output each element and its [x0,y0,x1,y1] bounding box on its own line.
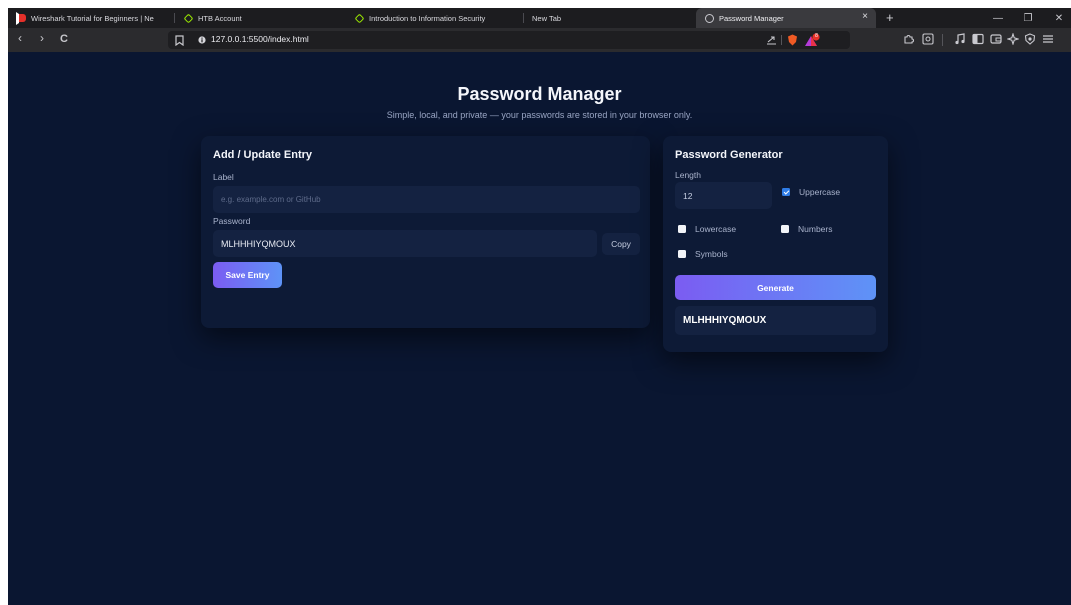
lowercase-checkbox[interactable]: Lowercase [678,224,736,234]
tab-title: New Tab [532,13,562,23]
toolbar-divider [942,34,943,46]
generator-card-title: Password Generator [675,149,783,161]
tab-strip: Wireshark Tutorial for Beginners | Ne HT… [8,8,1071,28]
share-icon[interactable] [766,35,777,45]
leo-ai-icon[interactable] [1007,33,1019,45]
tab-password-manager[interactable]: Password Manager × [696,8,876,28]
numbers-label: Numbers [798,224,833,234]
back-button[interactable]: ‹ [18,31,22,45]
brave-shield-icon[interactable] [787,34,798,46]
symbols-checkbox[interactable]: Symbols [678,249,728,259]
page-subtitle: Simple, local, and private — your passwo… [386,110,693,120]
site-info-icon[interactable] [198,36,206,44]
checkbox-checked-icon [782,188,790,196]
uppercase-checkbox[interactable]: Uppercase [782,187,840,197]
password-field-label: Password [213,216,251,226]
rewards-badge-count: 8 [815,33,818,39]
symbols-label: Symbols [695,249,728,259]
label-input[interactable]: e.g. example.com or GitHub [213,186,640,213]
vpn-shield-icon[interactable] [1024,33,1036,45]
checkbox-unchecked-icon [678,250,686,258]
globe-icon [704,13,714,23]
password-input-value: MLHHHIYQMOUX [221,238,296,249]
generator-card: Password Generator Length 12 Uppercase L… [663,136,888,352]
tab-title: Wireshark Tutorial for Beginners | Ne [31,13,154,23]
htb-cube-icon [183,13,193,23]
tab-wireshark-tutorial[interactable]: Wireshark Tutorial for Beginners | Ne [8,8,175,28]
checkbox-unchecked-icon [678,225,686,233]
htb-cube-icon [354,13,364,23]
youtube-icon [16,13,26,23]
length-input-value: 12 [683,190,693,201]
reload-button[interactable]: C [60,33,68,45]
tab-title: Introduction to Information Security [369,13,486,23]
menu-icon[interactable] [1042,33,1054,45]
page-title: Password Manager [457,84,622,104]
minimize-button[interactable]: — [983,8,1013,28]
bookmark-icon[interactable] [175,35,184,46]
tab-title: Password Manager [719,13,784,23]
numbers-checkbox[interactable]: Numbers [781,224,832,234]
address-bar-row: ‹ › C 127.0.0.1:5500/index.html 8 [8,28,1071,52]
length-input[interactable]: 12 [675,182,772,209]
tab-htb-account[interactable]: HTB Account [175,8,346,28]
tab-close-icon[interactable]: × [862,11,868,22]
tab-new-tab[interactable]: New Tab [524,8,696,28]
uppercase-label: Uppercase [799,187,841,197]
close-window-button[interactable]: ✕ [1044,8,1071,28]
sidebar-icon[interactable] [972,33,984,45]
label-input-placeholder: e.g. example.com or GitHub [221,195,321,204]
wallet-icon[interactable] [990,33,1002,45]
url-bar[interactable]: 127.0.0.1:5500/index.html 8 [168,31,850,49]
restore-button[interactable]: ❐ [1013,8,1043,28]
checkbox-unchecked-icon [781,225,789,233]
label-field-label: Label [213,172,234,182]
generate-button[interactable]: Generate [675,275,876,300]
reader-mode-icon[interactable] [922,33,934,45]
url-text: 127.0.0.1:5500/index.html [211,34,309,44]
new-tab-button[interactable]: + [886,8,894,28]
length-label: Length [675,170,701,180]
copy-button[interactable]: Copy [602,233,640,255]
tab-intro-infosec[interactable]: Introduction to Information Security [346,8,524,28]
generated-password-output[interactable]: MLHHHIYQMOUX [675,306,876,335]
save-entry-button[interactable]: Save Entry [213,262,282,288]
password-input[interactable]: MLHHHIYQMOUX [213,230,597,257]
lowercase-label: Lowercase [695,224,737,234]
browser-window: Wireshark Tutorial for Beginners | Ne HT… [8,8,1071,605]
puzzle-icon[interactable] [903,33,915,45]
forward-button[interactable]: › [40,31,44,45]
generated-password-value: MLHHHIYQMOUX [683,315,767,326]
entry-card: Add / Update Entry Label e.g. example.co… [201,136,650,328]
music-note-icon[interactable] [954,33,966,45]
entry-card-title: Add / Update Entry [213,149,313,161]
tab-title: HTB Account [198,13,242,23]
